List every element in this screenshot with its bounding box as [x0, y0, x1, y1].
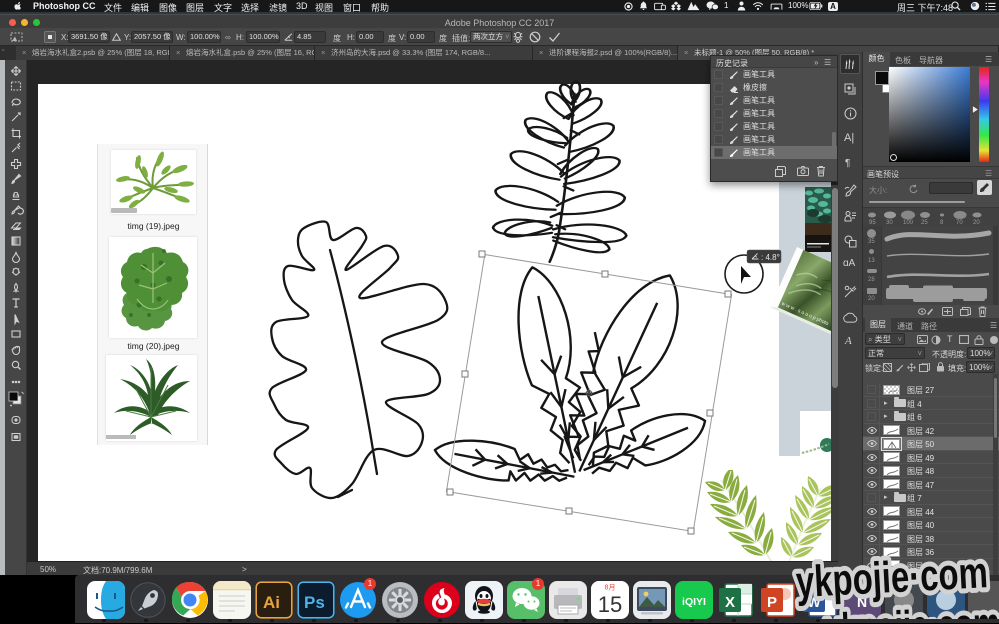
- svg-text:15: 15: [598, 592, 622, 617]
- svg-text:Ps: Ps: [304, 593, 325, 612]
- svg-text:X: X: [725, 594, 735, 611]
- svg-text:8月: 8月: [605, 584, 616, 592]
- svg-text:Ai: Ai: [263, 593, 280, 612]
- svg-text:iQIYI: iQIYI: [682, 596, 706, 608]
- svg-text:ykpojie·com: ykpojie·com: [795, 548, 989, 607]
- svg-text:P: P: [767, 594, 777, 611]
- svg-text:: 4.8°: : 4.8°: [761, 253, 780, 262]
